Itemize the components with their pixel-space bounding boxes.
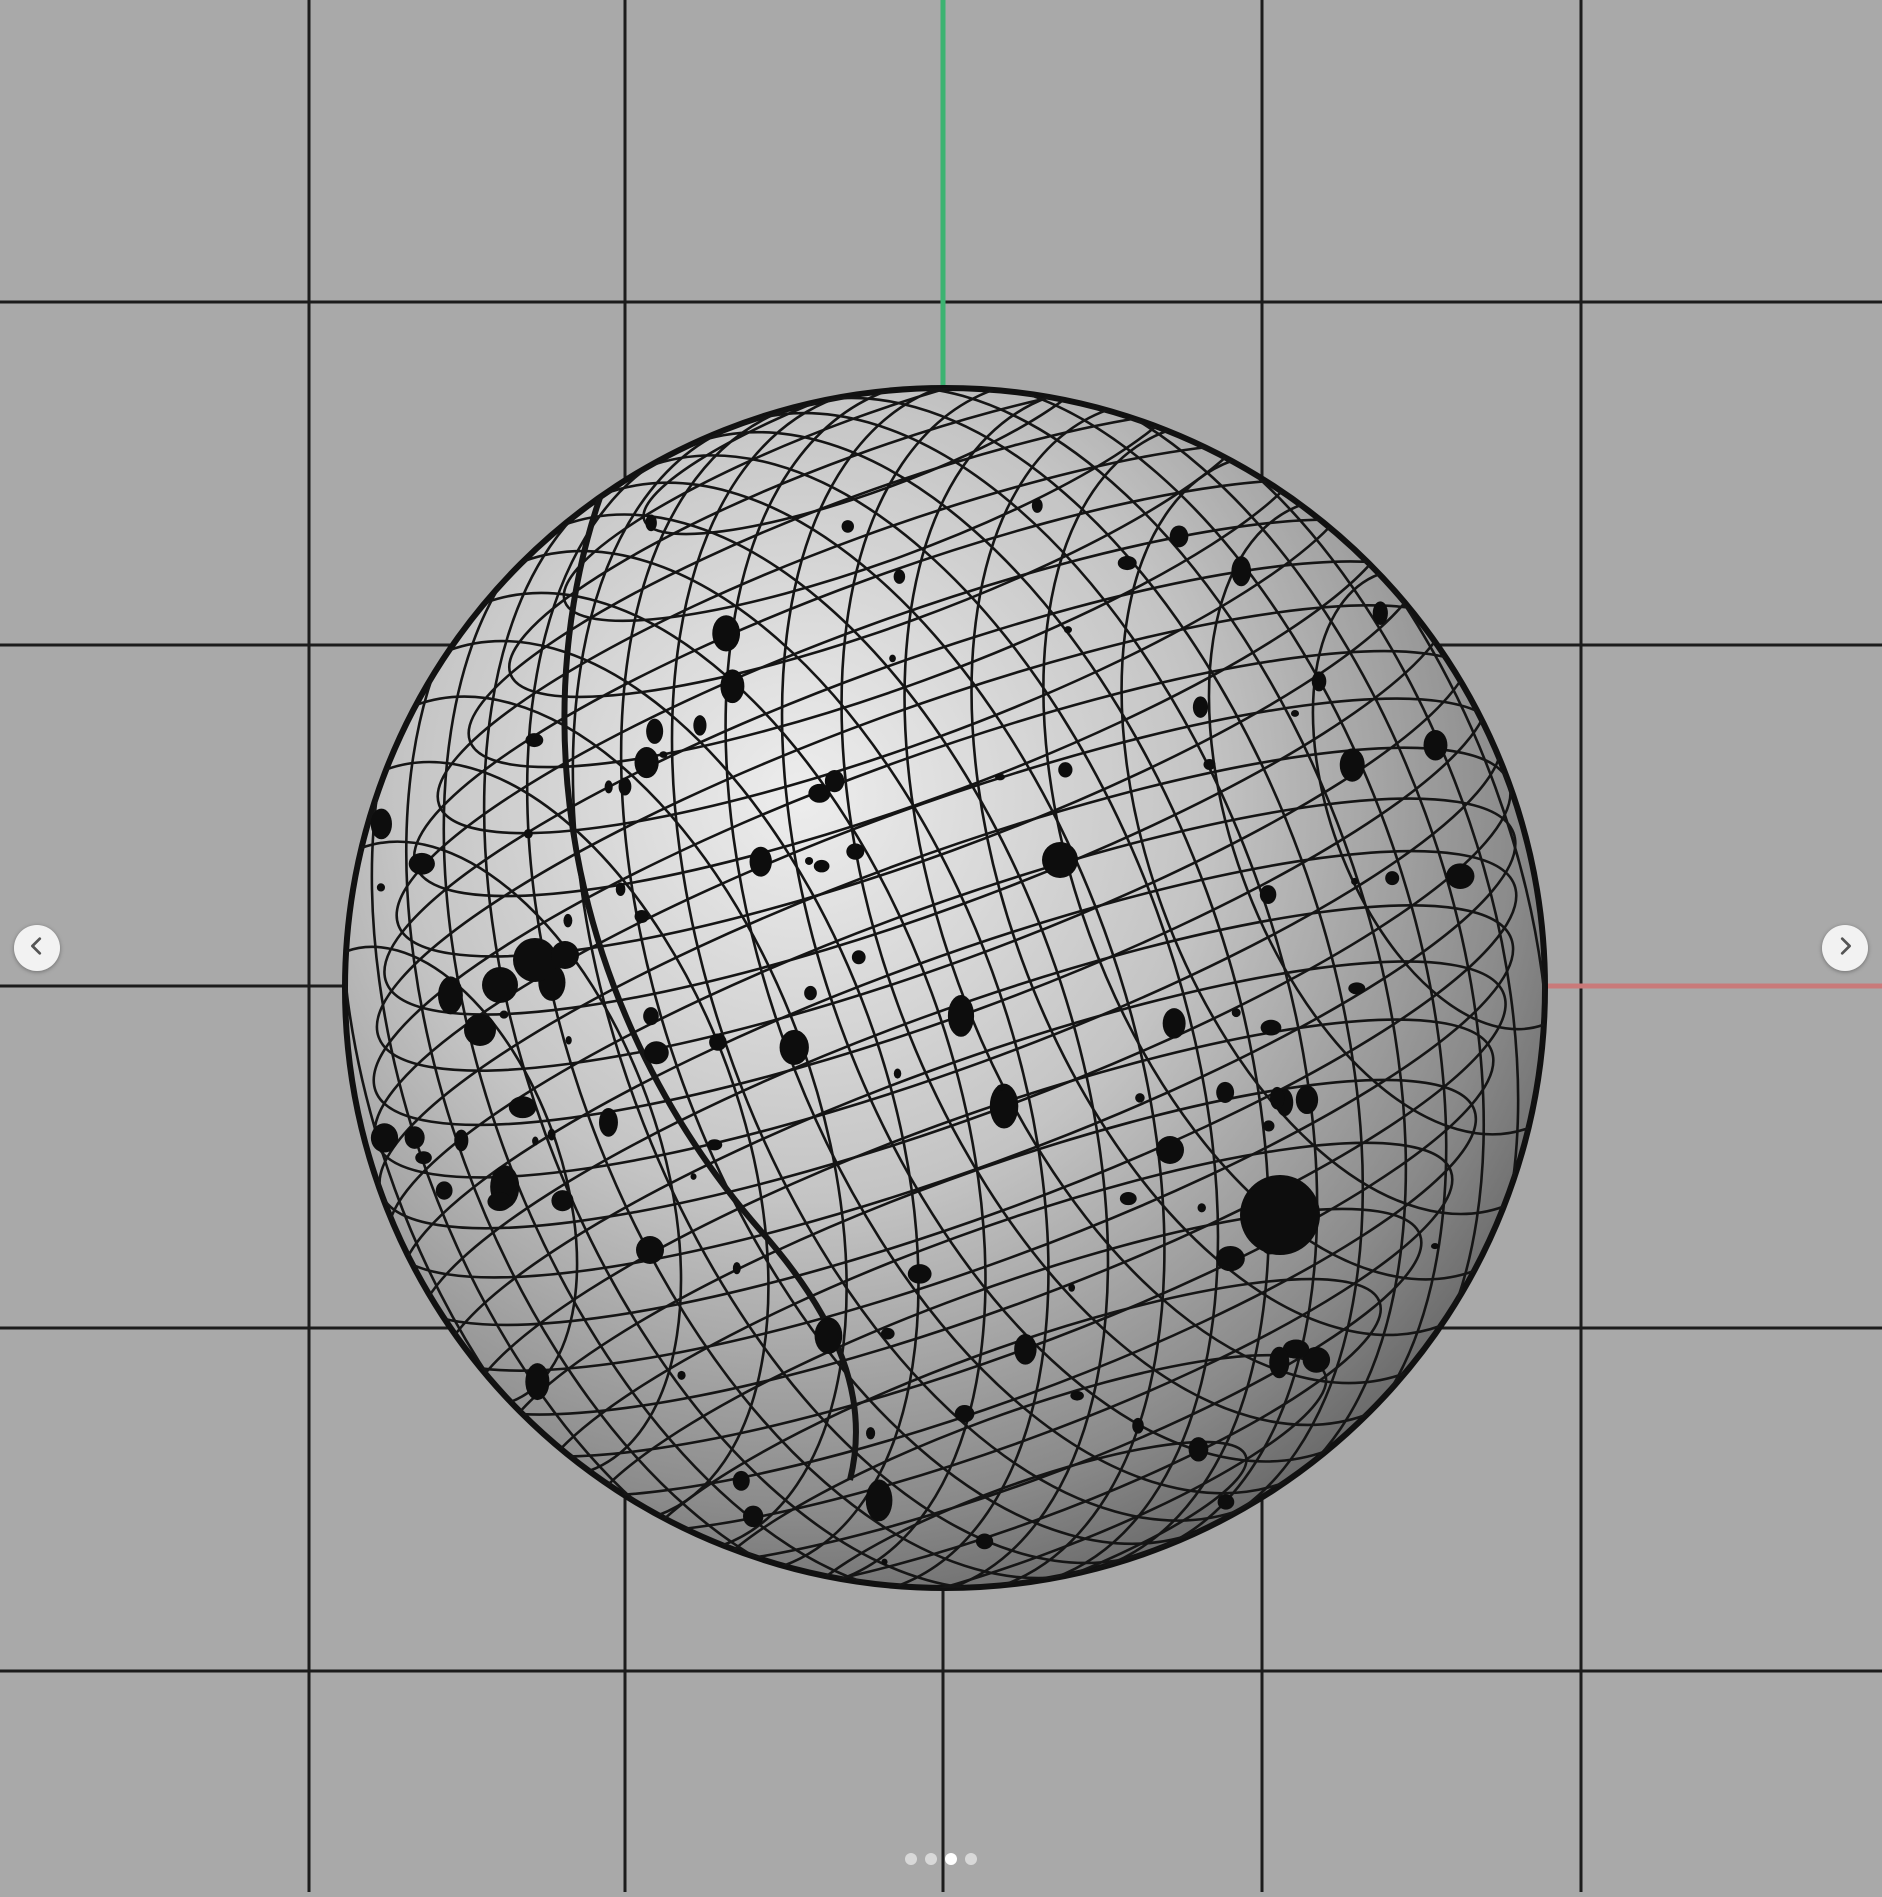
- 3d-viewport[interactable]: [0, 0, 1882, 1892]
- pagination-dot[interactable]: [945, 1853, 957, 1865]
- pagination-dot[interactable]: [925, 1853, 937, 1865]
- next-slide-button[interactable]: [1822, 925, 1868, 971]
- sphere-mesh[interactable]: [181, 281, 1709, 1694]
- previous-slide-button[interactable]: [14, 925, 60, 971]
- carousel-pagination: [0, 1852, 1882, 1866]
- pagination-dot[interactable]: [905, 1853, 917, 1865]
- viewport-scene: [0, 0, 1882, 1892]
- pagination-dot[interactable]: [965, 1853, 977, 1865]
- chevron-left-icon: [26, 935, 48, 962]
- chevron-right-icon: [1834, 935, 1856, 962]
